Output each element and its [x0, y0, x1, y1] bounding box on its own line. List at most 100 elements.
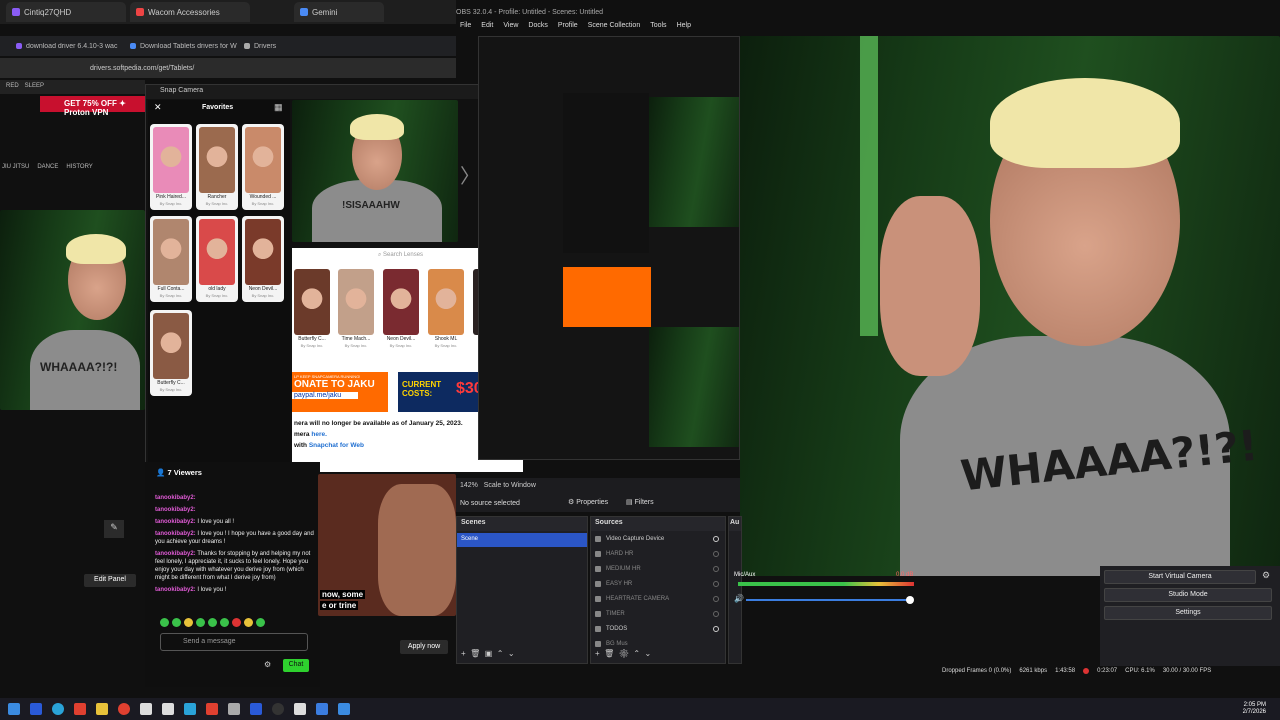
start-virtual-camera-button[interactable]: Start Virtual Camera: [1104, 570, 1256, 584]
bookmark[interactable]: JIU JITSU: [2, 164, 29, 176]
eye-icon[interactable]: [713, 565, 719, 572]
chat-username[interactable]: tanookibaby2:: [155, 495, 196, 501]
source-item[interactable]: TODOS: [591, 621, 725, 636]
eye-icon[interactable]: [713, 595, 719, 602]
studio-mode-button[interactable]: Studio Mode: [1104, 588, 1272, 602]
app-icon[interactable]: [162, 703, 174, 715]
source-item[interactable]: HEARTRATE CAMERA: [591, 591, 725, 606]
favorite-lens-card[interactable]: old lady By Snap Inc.: [196, 216, 238, 302]
scene-item[interactable]: Scene: [457, 533, 587, 547]
chat-button[interactable]: Chat: [283, 659, 309, 672]
eye-icon[interactable]: [713, 535, 719, 542]
zoom-level[interactable]: 142%: [460, 482, 478, 489]
browse-lens-card[interactable]: Time Mach... By Snap Inc.: [336, 266, 376, 350]
menu-tools[interactable]: Tools: [650, 22, 666, 36]
donate-banner[interactable]: LP KEEP SNAPCAMERA RUNNING! ONATE TO JAK…: [292, 372, 388, 412]
emote-icon[interactable]: [232, 618, 241, 627]
close-icon[interactable]: ✕: [154, 102, 162, 113]
app-icon[interactable]: [294, 703, 306, 715]
browse-lens-card[interactable]: Neon Devil... By Snap Inc.: [381, 266, 421, 350]
snapchat-link[interactable]: Snapchat for Web: [309, 442, 364, 449]
volume-slider[interactable]: [746, 599, 910, 601]
browse-lens-card[interactable]: Butterfly C... By Snap Inc.: [292, 266, 332, 350]
settings-icon[interactable]: ⚙: [264, 660, 271, 669]
favorite-lens-card[interactable]: Full Conta... By Snap Inc.: [150, 216, 192, 302]
menu-profile[interactable]: Profile: [558, 22, 578, 36]
app-icon[interactable]: [184, 703, 196, 715]
clock[interactable]: 2:05 PM 2/7/2026: [1243, 702, 1266, 716]
chrome-icon[interactable]: [118, 703, 130, 715]
emote-icon[interactable]: [160, 618, 169, 627]
app-icon[interactable]: [250, 703, 262, 715]
eye-icon[interactable]: [713, 625, 719, 632]
edge-icon[interactable]: [52, 703, 64, 715]
bookmark[interactable]: HISTORY: [66, 164, 92, 176]
app-icon[interactable]: [338, 703, 350, 715]
pencil-icon[interactable]: ✎: [104, 520, 124, 538]
emote-icon[interactable]: [196, 618, 205, 627]
filters-button[interactable]: ▤ Filters: [626, 498, 654, 506]
app-icon[interactable]: [206, 703, 218, 715]
bookmark[interactable]: DANCE: [37, 164, 58, 176]
folder-icon[interactable]: [96, 703, 108, 715]
emote-icon[interactable]: [220, 618, 229, 627]
apply-now-button[interactable]: Apply now: [400, 640, 448, 654]
menu-help[interactable]: Help: [677, 22, 691, 36]
chat-username[interactable]: tanookibaby2:: [155, 587, 196, 593]
chat-input[interactable]: Send a message: [160, 633, 308, 651]
eye-icon[interactable]: [713, 610, 719, 617]
start-icon[interactable]: [8, 703, 20, 715]
emote-icon[interactable]: [208, 618, 217, 627]
browser-tab[interactable]: Gemini: [294, 2, 384, 22]
app-icon[interactable]: [228, 703, 240, 715]
favorite-lens-card[interactable]: Pink Haired... By Snap Inc.: [150, 124, 192, 210]
volume-slider-handle[interactable]: [906, 596, 914, 604]
proton-ad[interactable]: GET 75% OFF ✦ Proton VPN: [40, 96, 150, 117]
edit-panel-button[interactable]: Edit Panel: [84, 574, 136, 587]
browse-lens-card[interactable]: Shook ML By Snap Inc.: [426, 266, 466, 350]
obs-icon[interactable]: [272, 703, 284, 715]
menu-docks[interactable]: Docks: [528, 22, 547, 36]
settings-icon[interactable]: ⚙: [1262, 570, 1270, 581]
notice-link[interactable]: here.: [311, 431, 327, 438]
browser-tab[interactable]: Drivers: [244, 43, 354, 50]
address-bar[interactable]: drivers.softpedia.com/get/Tablets/: [0, 58, 456, 78]
app-icon[interactable]: [74, 703, 86, 715]
browser-tab[interactable]: Cintiq27QHD: [6, 2, 126, 22]
speaker-icon[interactable]: 🔊: [734, 594, 744, 603]
emote-icon[interactable]: [172, 618, 181, 627]
chat-username[interactable]: tanookibaby2:: [155, 507, 196, 513]
grid-icon[interactable]: ▦: [274, 102, 283, 113]
menu-edit[interactable]: Edit: [481, 22, 493, 36]
menu-scene-collection[interactable]: Scene Collection: [588, 22, 641, 36]
app-icon[interactable]: [30, 703, 42, 715]
source-item[interactable]: MEDIUM HR: [591, 561, 725, 576]
browser-tab[interactable]: Wacom Accessories: [130, 2, 250, 22]
properties-button[interactable]: ⚙ Properties: [568, 498, 608, 506]
emote-icon[interactable]: [184, 618, 193, 627]
source-item[interactable]: EASY HR: [591, 576, 725, 591]
eye-icon[interactable]: [713, 550, 719, 557]
browser-tab[interactable]: download driver 6.4.10-3 wac: [16, 43, 126, 50]
emote-icon[interactable]: [244, 618, 253, 627]
chevron-right-icon[interactable]: 〉: [460, 160, 480, 189]
bookmark[interactable]: SLEEP: [25, 83, 44, 91]
source-item[interactable]: Video Capture Device: [591, 531, 725, 546]
app-icon[interactable]: [316, 703, 328, 715]
favorite-lens-card[interactable]: Butterfly C... By Snap Inc.: [150, 310, 192, 396]
chat-username[interactable]: tanookibaby2:: [155, 519, 196, 525]
scale-mode[interactable]: Scale to Window: [484, 482, 536, 489]
bookmark[interactable]: RED: [6, 83, 19, 91]
source-controls[interactable]: + 🗑 ⚙ ⌃ ⌄: [595, 649, 651, 658]
source-item[interactable]: HARD HR: [591, 546, 725, 561]
eye-icon[interactable]: [713, 580, 719, 587]
favorite-lens-card[interactable]: Rancher By Snap Inc.: [196, 124, 238, 210]
browser-tab[interactable]: Download Tablets drivers for W: [130, 43, 240, 50]
chat-username[interactable]: tanookibaby2:: [155, 551, 196, 557]
scene-controls[interactable]: + 🗑 ▣ ⌃ ⌄: [461, 649, 515, 658]
menu-file[interactable]: File: [460, 22, 471, 36]
settings-button[interactable]: Settings: [1104, 606, 1272, 620]
source-item[interactable]: TIMER: [591, 606, 725, 621]
emote-icon[interactable]: [256, 618, 265, 627]
menu-view[interactable]: View: [503, 22, 518, 36]
